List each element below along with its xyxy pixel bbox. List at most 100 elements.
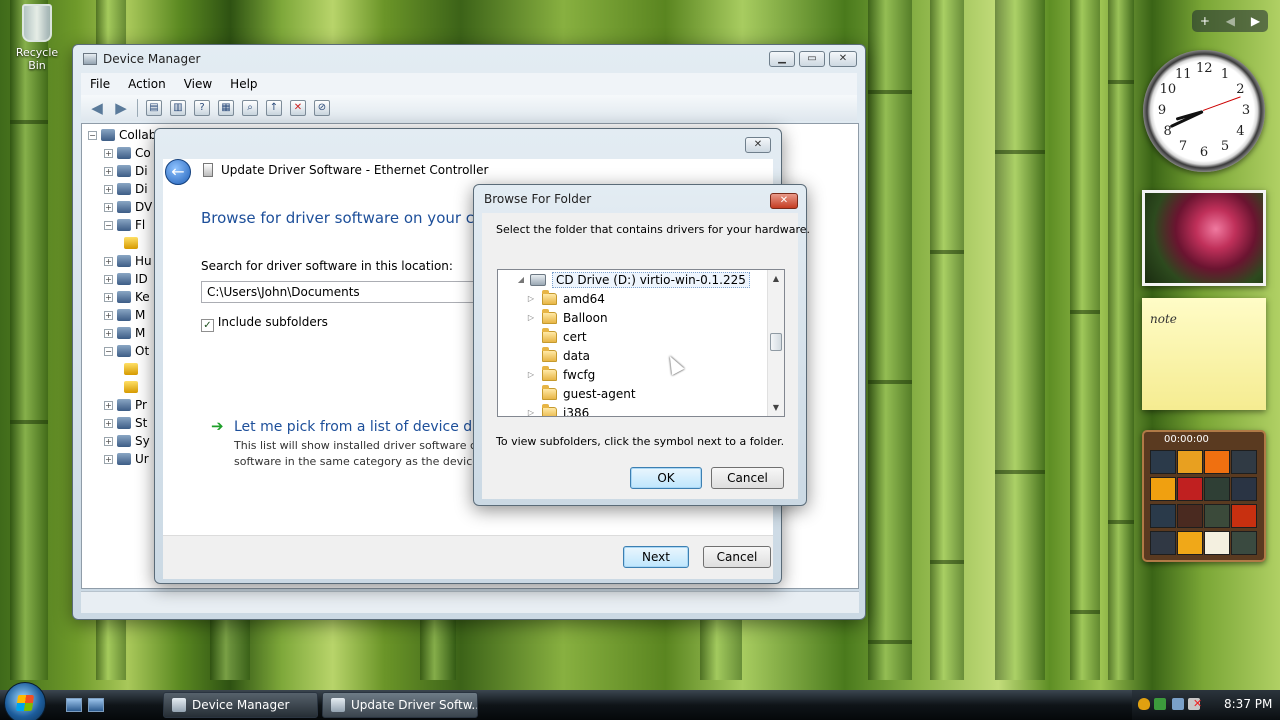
device-tree-row[interactable]: + Pr bbox=[104, 396, 147, 414]
help-icon[interactable]: ? bbox=[194, 100, 210, 116]
pick-from-list-link[interactable]: Let me pick from a list of device dri bbox=[234, 419, 482, 435]
device-tree-row[interactable] bbox=[124, 234, 142, 252]
close-button[interactable]: ✕ bbox=[829, 51, 857, 67]
minimize-button[interactable]: ▁ bbox=[769, 51, 795, 67]
clock-gadget[interactable]: 12 1 2 3 4 5 6 7 8 9 10 11 bbox=[1143, 50, 1265, 172]
next-button[interactable]: Next bbox=[623, 546, 689, 568]
puzzle-tile[interactable] bbox=[1231, 477, 1257, 501]
tree-expander-icon[interactable]: + bbox=[104, 292, 113, 302]
puzzle-tile[interactable] bbox=[1177, 450, 1203, 474]
folder-item[interactable]: cert bbox=[526, 327, 587, 346]
scroll-up-arrow[interactable]: ▲ bbox=[768, 270, 784, 287]
device-tree-row[interactable] bbox=[124, 378, 142, 396]
notes-gadget[interactable]: note bbox=[1142, 298, 1266, 410]
device-tree-row[interactable]: + Ur bbox=[104, 450, 149, 468]
puzzle-tile[interactable] bbox=[1231, 450, 1257, 474]
tree-expander-icon[interactable]: + bbox=[104, 202, 113, 212]
tree-expander-icon[interactable]: + bbox=[104, 310, 113, 320]
tree-expander-icon[interactable]: + bbox=[104, 328, 113, 338]
puzzle-tile[interactable] bbox=[1204, 450, 1230, 474]
taskbar-item-update-driver[interactable]: Update Driver Softw... bbox=[322, 692, 478, 718]
tree-expander-icon[interactable]: + bbox=[104, 418, 113, 428]
tree-expander-icon[interactable]: + bbox=[104, 454, 113, 464]
uninstall-icon[interactable]: ✕ bbox=[290, 100, 306, 116]
security-shield-icon[interactable] bbox=[1138, 698, 1150, 710]
puzzle-tile[interactable] bbox=[1150, 504, 1176, 528]
scroll-thumb[interactable] bbox=[770, 333, 782, 351]
tree-expander-icon[interactable]: − bbox=[104, 346, 113, 356]
puzzle-tile[interactable] bbox=[1177, 531, 1203, 555]
device-tree-row[interactable]: − Ot bbox=[104, 342, 149, 360]
previous-gadget-icon[interactable]: ◀ bbox=[1226, 14, 1235, 28]
device-tree-row[interactable]: + St bbox=[104, 414, 147, 432]
puzzle-tile[interactable] bbox=[1177, 477, 1203, 501]
scroll-down-arrow[interactable]: ▼ bbox=[768, 399, 784, 416]
tree-expander-icon[interactable]: − bbox=[88, 130, 97, 140]
device-tree-row[interactable]: + Di bbox=[104, 162, 148, 180]
puzzle-tile[interactable] bbox=[1204, 477, 1230, 501]
maximize-button[interactable]: ▭ bbox=[799, 51, 825, 67]
device-tree-row[interactable]: + Co bbox=[104, 144, 151, 162]
start-button[interactable] bbox=[4, 682, 46, 720]
puzzle-tile[interactable] bbox=[1204, 504, 1230, 528]
view-icon[interactable]: ▦ bbox=[218, 100, 234, 116]
puzzle-tile[interactable] bbox=[1231, 531, 1257, 555]
back-button[interactable]: ← bbox=[165, 159, 191, 185]
update-driver-close-button[interactable]: ✕ bbox=[745, 137, 771, 153]
picture-puzzle-gadget[interactable]: 00:00:00 bbox=[1142, 430, 1266, 562]
properties-icon[interactable]: ▥ bbox=[170, 100, 186, 116]
switch-windows-icon[interactable] bbox=[88, 698, 104, 712]
menu-file[interactable]: File bbox=[81, 77, 119, 91]
cd-drive-node[interactable]: ◢ CD Drive (D:) virtio-win-0.1.225 bbox=[516, 270, 750, 289]
browse-for-folder-dialog[interactable]: Browse For Folder ✕ Select the folder th… bbox=[473, 184, 810, 506]
folder-item[interactable]: ▷ Balloon bbox=[526, 308, 608, 327]
driver-path-input[interactable]: C:\Users\John\Documents bbox=[201, 281, 491, 303]
tree-expander-icon[interactable]: + bbox=[104, 148, 113, 158]
forward-arrow-icon[interactable]: ▶ bbox=[113, 100, 129, 116]
device-tree-row[interactable]: − Fl bbox=[104, 216, 145, 234]
tree-expander-icon[interactable]: + bbox=[104, 436, 113, 446]
browse-folder-close-button[interactable]: ✕ bbox=[770, 193, 798, 209]
menu-view[interactable]: View bbox=[175, 77, 221, 91]
browse-cancel-button[interactable]: Cancel bbox=[711, 467, 784, 489]
device-tree-row[interactable]: + M bbox=[104, 324, 145, 342]
menu-help[interactable]: Help bbox=[221, 77, 266, 91]
device-tree-row[interactable]: + DV bbox=[104, 198, 152, 216]
show-hide-tree-icon[interactable]: ▤ bbox=[146, 100, 162, 116]
show-desktop-icon[interactable] bbox=[66, 698, 82, 712]
device-tree-row[interactable]: + Di bbox=[104, 180, 148, 198]
puzzle-tile[interactable] bbox=[1150, 477, 1176, 501]
tree-expander-icon[interactable]: + bbox=[104, 274, 113, 284]
device-tree-row[interactable]: + Ke bbox=[104, 288, 150, 306]
folder-tree[interactable]: ▲ ▼ ◢ CD Drive (D:) virtio-win-0.1.225 ▷ am… bbox=[497, 269, 785, 417]
recycle-bin-icon[interactable]: Recycle Bin bbox=[6, 4, 68, 72]
browse-folder-titlebar[interactable]: Browse For Folder bbox=[474, 185, 806, 213]
update-driver-icon[interactable]: ↑ bbox=[266, 100, 282, 116]
tree-expander-icon[interactable]: + bbox=[104, 184, 113, 194]
volume-muted-icon[interactable]: ✕ bbox=[1188, 697, 1202, 710]
scan-hardware-icon[interactable]: ⌕ bbox=[242, 100, 258, 116]
expand-arrow-icon[interactable]: ▷ bbox=[526, 313, 536, 322]
ok-button[interactable]: OK bbox=[630, 467, 702, 489]
puzzle-tile[interactable] bbox=[1177, 504, 1203, 528]
device-tree-row[interactable] bbox=[124, 360, 142, 378]
device-tree-row[interactable]: + M bbox=[104, 306, 145, 324]
folder-item[interactable]: ▷ amd64 bbox=[526, 289, 605, 308]
device-tree-row[interactable]: + ID bbox=[104, 270, 148, 288]
device-manager-titlebar[interactable]: Device Manager bbox=[73, 45, 865, 73]
tree-expander-icon[interactable]: + bbox=[104, 166, 113, 176]
tree-expander-icon[interactable]: + bbox=[104, 400, 113, 410]
menu-action[interactable]: Action bbox=[119, 77, 175, 91]
folder-tree-scrollbar[interactable]: ▲ ▼ bbox=[767, 270, 784, 416]
include-subfolders-checkbox[interactable]: ✓ bbox=[201, 319, 214, 332]
expand-arrow-icon[interactable]: ▷ bbox=[526, 370, 536, 379]
collapse-arrow-icon[interactable]: ◢ bbox=[516, 275, 526, 284]
device-tree-row[interactable]: − Collab bbox=[88, 126, 156, 144]
expand-arrow-icon[interactable]: ▷ bbox=[526, 408, 536, 416]
puzzle-tile[interactable] bbox=[1150, 531, 1176, 555]
device-tree-row[interactable]: + Sy bbox=[104, 432, 150, 450]
folder-item[interactable]: data bbox=[526, 346, 590, 365]
puzzle-tile[interactable] bbox=[1150, 450, 1176, 474]
puzzle-tile[interactable] bbox=[1204, 531, 1230, 555]
folder-item[interactable]: ▷ i386 bbox=[526, 403, 589, 416]
